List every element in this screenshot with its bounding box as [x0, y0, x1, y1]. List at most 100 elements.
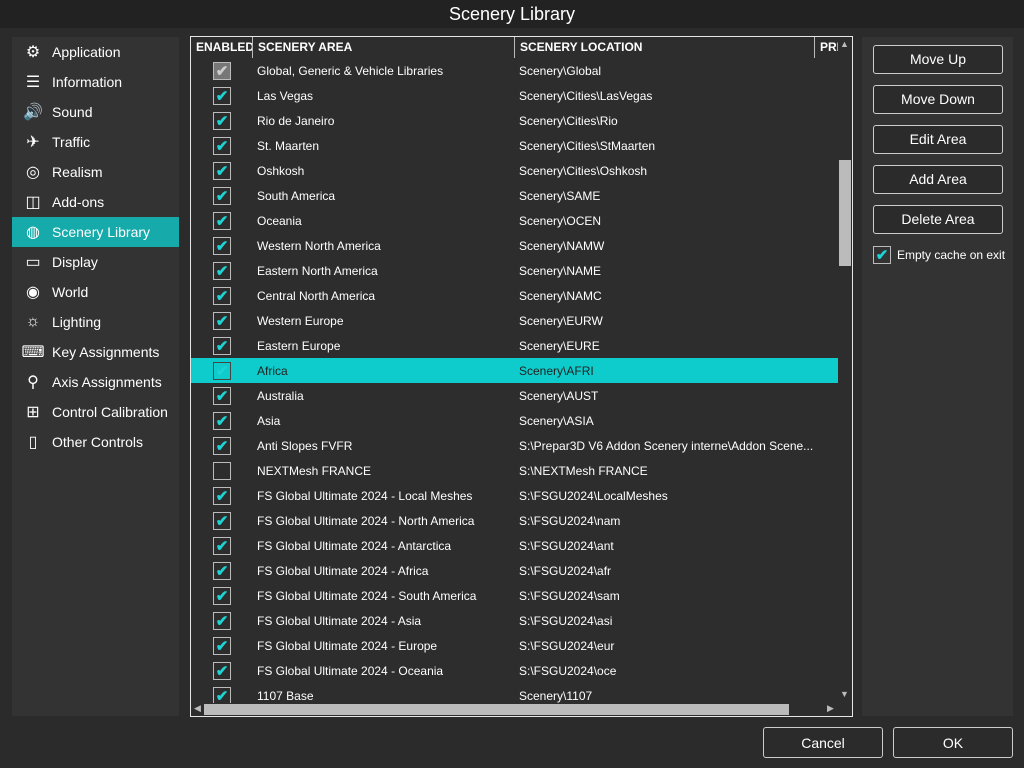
enabled-checkbox[interactable]: ✔	[213, 411, 231, 430]
table-row[interactable]: ✔ FS Global Ultimate 2024 - Africa S:\FSGU…	[191, 558, 838, 583]
cancel-button[interactable]: Cancel	[763, 727, 883, 758]
enabled-checkbox[interactable]: ✔	[213, 236, 231, 255]
enabled-checkbox[interactable]: ✔	[213, 86, 231, 105]
enabled-checkbox[interactable]: ✔	[213, 111, 231, 130]
enabled-checkbox[interactable]: ✔	[213, 136, 231, 155]
enabled-checkbox[interactable]	[213, 461, 231, 480]
table-row[interactable]: ✔ St. Maarten Scenery\Cities\StMaarten	[191, 133, 838, 158]
sidebar-item-scenery-library[interactable]: ◍ Scenery Library	[12, 217, 179, 247]
enabled-checkbox[interactable]: ✔	[213, 186, 231, 205]
table-row[interactable]: ✔ Las Vegas Scenery\Cities\LasVegas	[191, 83, 838, 108]
sidebar-item-label: Control Calibration	[52, 404, 168, 420]
add-area-button[interactable]: Add Area	[873, 165, 1003, 194]
enabled-checkbox[interactable]: ✔	[213, 336, 231, 355]
enabled-checkbox[interactable]: ✔	[213, 261, 231, 280]
enabled-checkbox[interactable]: ✔	[213, 536, 231, 555]
enabled-checkbox[interactable]: ✔	[213, 661, 231, 680]
enabled-cell: ✔	[191, 261, 253, 280]
scenery-location-cell: Scenery\NAMW	[519, 238, 605, 253]
enabled-checkbox[interactable]: ✔	[213, 486, 231, 505]
table-row[interactable]: ✔ FS Global Ultimate 2024 - Local Meshes S…	[191, 483, 838, 508]
scenery-location-cell: S:\FSGU2024\oce	[519, 663, 617, 678]
sidebar-item-realism[interactable]: ◎ Realism	[12, 157, 179, 187]
sidebar-item-axis-assignments[interactable]: ⚲ Axis Assignments	[12, 367, 179, 397]
empty-cache-option[interactable]: ✔ Empty cache on exit	[873, 246, 1005, 264]
scroll-left-arrow-icon[interactable]: ◀	[194, 703, 201, 714]
table-row[interactable]: ✔ Oshkosh Scenery\Cities\Oshkosh	[191, 158, 838, 183]
table-row[interactable]: ✔ Rio de Janeiro Scenery\Cities\Rio	[191, 108, 838, 133]
table-row[interactable]: ✔ Eastern North America Scenery\NAME	[191, 258, 838, 283]
sidebar-item-application[interactable]: ⚙ Application	[12, 37, 179, 67]
enabled-cell: ✔	[191, 161, 253, 180]
sidebar-item-key-assignments[interactable]: ⌨ Key Assignments	[12, 337, 179, 367]
table-row[interactable]: ✔ Asia Scenery\ASIA	[191, 408, 838, 433]
vertical-scroll-thumb[interactable]	[839, 160, 851, 266]
sidebar-item-label: World	[52, 284, 89, 300]
sidebar-item-control-calibration[interactable]: ⊞ Control Calibration	[12, 397, 179, 427]
table-row[interactable]: ✔ Oceania Scenery\OCEN	[191, 208, 838, 233]
scroll-down-arrow-icon[interactable]: ▼	[840, 689, 849, 699]
checkmark-icon: ✔	[215, 487, 229, 505]
table-row[interactable]: NEXTMesh FRANCE S:\NEXTMesh FRANCE	[191, 458, 838, 483]
table-row[interactable]: ✔ Anti Slopes FVFR S:\Prepar3D V6 Addon Sc…	[191, 433, 838, 458]
sidebar-item-add-ons[interactable]: ◫ Add-ons	[12, 187, 179, 217]
enabled-checkbox[interactable]: ✔	[213, 361, 231, 380]
sidebar-item-sound[interactable]: 🔊 Sound	[12, 97, 179, 127]
header-priority[interactable]: PRI	[815, 37, 838, 58]
enabled-checkbox[interactable]: ✔	[213, 436, 231, 455]
edit-area-button[interactable]: Edit Area	[873, 125, 1003, 154]
header-scenery-location[interactable]: SCENERY LOCATION	[515, 37, 815, 58]
table-row[interactable]: ✔ FS Global Ultimate 2024 - North America…	[191, 508, 838, 533]
scenery-location-cell: Scenery\ASIA	[519, 413, 594, 428]
header-scenery-area[interactable]: SCENERY AREA	[253, 37, 515, 58]
enabled-checkbox[interactable]: ✔	[213, 311, 231, 330]
sidebar-item-label: Other Controls	[52, 434, 144, 450]
enabled-cell: ✔	[191, 436, 253, 455]
sidebar-item-world[interactable]: ◉ World	[12, 277, 179, 307]
empty-cache-checkbox[interactable]: ✔	[873, 246, 891, 264]
sidebar-item-display[interactable]: ▭ Display	[12, 247, 179, 277]
checkmark-icon: ✔	[215, 587, 229, 605]
enabled-checkbox[interactable]: ✔	[213, 161, 231, 180]
table-row[interactable]: ✔ FS Global Ultimate 2024 - South America…	[191, 583, 838, 608]
move-down-button[interactable]: Move Down	[873, 85, 1003, 114]
move-up-button[interactable]: Move Up	[873, 45, 1003, 74]
sidebar-item-other-controls[interactable]: ▯ Other Controls	[12, 427, 179, 457]
vertical-scrollbar[interactable]: ▲ ▼	[838, 37, 852, 703]
sidebar-item-traffic[interactable]: ✈ Traffic	[12, 127, 179, 157]
ok-button[interactable]: OK	[893, 727, 1013, 758]
sidebar-item-label: Axis Assignments	[52, 374, 162, 390]
header-enabled[interactable]: ENABLED	[191, 37, 253, 58]
scenery-location-cell: S:\FSGU2024\ant	[519, 538, 614, 553]
scenery-area-cell: Anti Slopes FVFR	[257, 438, 353, 453]
sidebar-item-lighting[interactable]: ☼ Lighting	[12, 307, 179, 337]
table-row[interactable]: ✔ Eastern Europe Scenery\EURE	[191, 333, 838, 358]
enabled-checkbox[interactable]: ✔	[213, 686, 231, 705]
scroll-up-arrow-icon[interactable]: ▲	[840, 39, 849, 49]
enabled-checkbox[interactable]: ✔	[213, 286, 231, 305]
enabled-checkbox[interactable]: ✔	[213, 636, 231, 655]
table-row[interactable]: ✔ FS Global Ultimate 2024 - Oceania S:\FSG…	[191, 658, 838, 683]
table-row[interactable]: ✔ Central North America Scenery\NAMC	[191, 283, 838, 308]
table-row[interactable]: ✔ Western North America Scenery\NAMW	[191, 233, 838, 258]
enabled-checkbox[interactable]: ✔	[213, 611, 231, 630]
table-row[interactable]: ✔ Western Europe Scenery\EURW	[191, 308, 838, 333]
table-row[interactable]: ✔ Africa Scenery\AFRI	[191, 358, 838, 383]
table-row[interactable]: ✔ Australia Scenery\AUST	[191, 383, 838, 408]
enabled-checkbox[interactable]: ✔	[213, 61, 231, 80]
scroll-right-arrow-icon[interactable]: ▶	[827, 703, 834, 714]
enabled-checkbox[interactable]: ✔	[213, 586, 231, 605]
delete-area-button[interactable]: Delete Area	[873, 205, 1003, 234]
horizontal-scrollbar[interactable]: ◀ ▶	[191, 703, 852, 716]
table-row[interactable]: ✔ Global, Generic & Vehicle Libraries Scen…	[191, 58, 838, 83]
table-row[interactable]: ✔ FS Global Ultimate 2024 - Asia S:\FSGU20…	[191, 608, 838, 633]
horizontal-scroll-thumb[interactable]	[204, 704, 789, 715]
table-row[interactable]: ✔ FS Global Ultimate 2024 - Europe S:\FSGU…	[191, 633, 838, 658]
table-row[interactable]: ✔ FS Global Ultimate 2024 - Antarctica S:\…	[191, 533, 838, 558]
enabled-checkbox[interactable]: ✔	[213, 561, 231, 580]
enabled-checkbox[interactable]: ✔	[213, 511, 231, 530]
enabled-checkbox[interactable]: ✔	[213, 211, 231, 230]
enabled-checkbox[interactable]: ✔	[213, 386, 231, 405]
sidebar-item-information[interactable]: ☰ Information	[12, 67, 179, 97]
table-row[interactable]: ✔ South America Scenery\SAME	[191, 183, 838, 208]
